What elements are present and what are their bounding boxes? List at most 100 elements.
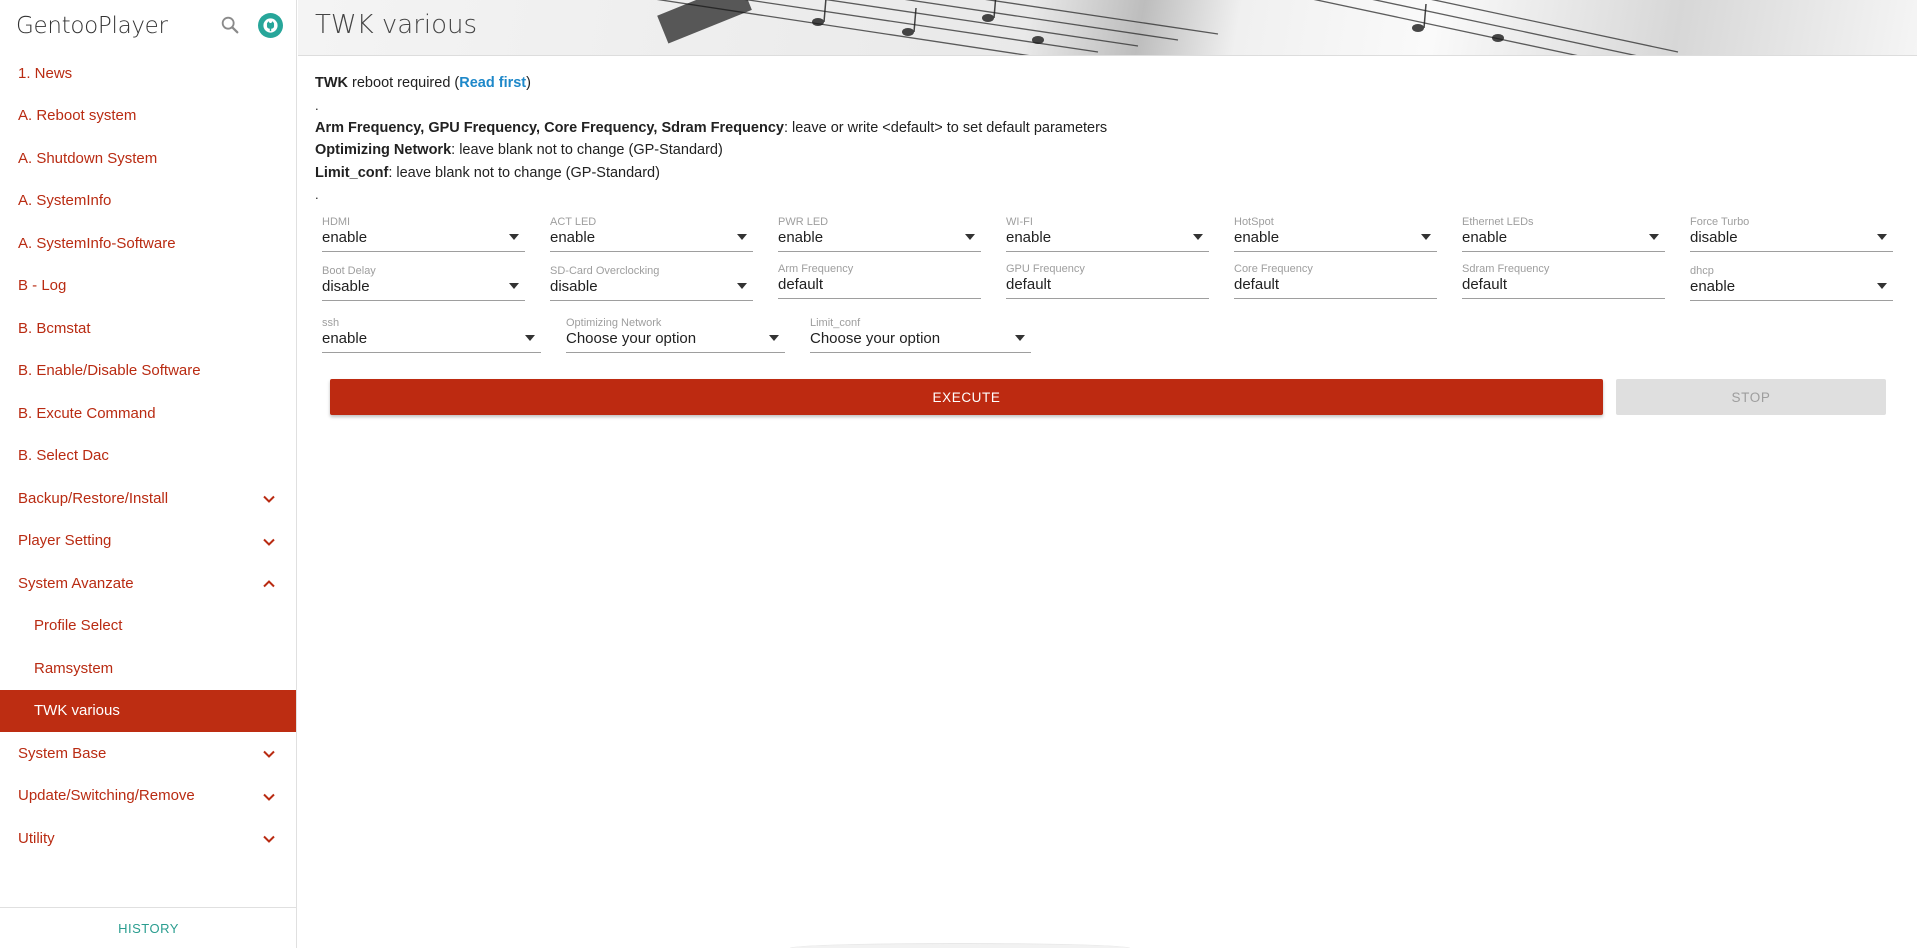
info-notes: TWK reboot required (Read first) . Arm F… bbox=[315, 72, 1895, 206]
dropdown-arrow-icon bbox=[1649, 234, 1659, 240]
hdmi-select[interactable]: HDMI enable bbox=[322, 216, 525, 252]
chevron-down-icon bbox=[263, 835, 275, 843]
sidebar-item-systeminfo-software[interactable]: A. SystemInfo-Software bbox=[0, 222, 296, 265]
sheet-music-banner bbox=[656, 0, 1679, 55]
sidebar-item-update-switching-remove[interactable]: Update/Switching/Remove bbox=[0, 775, 296, 818]
sdram-frequency-input[interactable]: Sdram Frequency default bbox=[1462, 263, 1665, 299]
dhcp-select[interactable]: dhcp enable bbox=[1690, 265, 1893, 301]
sidebar-item-profile-select[interactable]: Profile Select bbox=[0, 605, 296, 648]
sidebar-item-bcmstat[interactable]: B. Bcmstat bbox=[0, 307, 296, 350]
sidebar-item-reboot-system[interactable]: A. Reboot system bbox=[0, 95, 296, 138]
dropdown-arrow-icon bbox=[965, 234, 975, 240]
github-icon[interactable] bbox=[258, 13, 283, 38]
field-value: Choose your option bbox=[810, 330, 941, 347]
sidebar-item-shutdown-system[interactable]: A. Shutdown System bbox=[0, 137, 296, 180]
note-text: ) bbox=[526, 75, 531, 91]
sidebar-item-label: A. SystemInfo-Software bbox=[18, 234, 176, 252]
sidebar-item-select-dac[interactable]: B. Select Dac bbox=[0, 435, 296, 478]
field-label: WI-FI bbox=[1006, 216, 1033, 228]
sidebar-item-log[interactable]: B - Log bbox=[0, 265, 296, 308]
search-icon[interactable] bbox=[219, 14, 241, 36]
hotspot-select[interactable]: HotSpot enable bbox=[1234, 216, 1437, 252]
force-turbo-select[interactable]: Force Turbo disable bbox=[1690, 216, 1893, 252]
page-header: TWK various bbox=[298, 0, 1917, 56]
read-first-link[interactable]: Read first bbox=[459, 75, 526, 91]
field-value: enable bbox=[1462, 229, 1508, 246]
sidebar-item-label: B - Log bbox=[18, 277, 67, 295]
chevron-up-icon bbox=[263, 580, 275, 588]
stop-button[interactable]: STOP bbox=[1616, 379, 1886, 415]
field-value: enable bbox=[1234, 229, 1280, 246]
field-label: Arm Frequency bbox=[778, 263, 854, 275]
act-led-select[interactable]: ACT LED enable bbox=[550, 216, 753, 252]
sidebar-item-news[interactable]: 1. News bbox=[0, 52, 296, 95]
sidebar-item-excute-command[interactable]: B. Excute Command bbox=[0, 392, 296, 435]
ssh-select[interactable]: ssh enable bbox=[322, 317, 541, 353]
sidebar-item-enable-disable-software[interactable]: B. Enable/Disable Software bbox=[0, 350, 296, 393]
sidebar-nav: 1. News A. Reboot system A. Shutdown Sys… bbox=[0, 52, 296, 860]
sidebar-item-label: B. Bcmstat bbox=[18, 319, 91, 337]
field-value: disable bbox=[322, 278, 370, 295]
field-label: SD-Card Overclocking bbox=[550, 265, 660, 277]
field-value: enable bbox=[1690, 278, 1736, 295]
boot-delay-select[interactable]: Boot Delay disable bbox=[322, 265, 525, 301]
optimizing-network-select[interactable]: Optimizing Network Choose your option bbox=[566, 317, 785, 353]
field-label: HotSpot bbox=[1234, 216, 1274, 228]
field-value: enable bbox=[322, 229, 368, 246]
chevron-down-icon bbox=[263, 538, 275, 546]
sidebar-item-player-setting[interactable]: Player Setting bbox=[0, 520, 296, 563]
app-title[interactable]: GentooPlayer bbox=[16, 13, 168, 39]
sidebar-item-systeminfo[interactable]: A. SystemInfo bbox=[0, 180, 296, 223]
dropdown-arrow-icon bbox=[509, 234, 519, 240]
dropdown-arrow-icon bbox=[737, 234, 747, 240]
dropdown-arrow-icon bbox=[1877, 283, 1887, 289]
dropdown-arrow-icon bbox=[1421, 234, 1431, 240]
sidebar-item-label: B. Select Dac bbox=[18, 447, 109, 465]
ethernet-leds-select[interactable]: Ethernet LEDs enable bbox=[1462, 216, 1665, 252]
chevron-down-icon bbox=[263, 750, 275, 758]
sidebar-item-label: A. Reboot system bbox=[18, 107, 137, 125]
sidebar-item-ramsystem[interactable]: Ramsystem bbox=[0, 647, 296, 690]
page-title: TWK various bbox=[315, 10, 478, 40]
core-frequency-input[interactable]: Core Frequency default bbox=[1234, 263, 1437, 299]
frequency-note: Arm Frequency, GPU Frequency, Core Frequ… bbox=[315, 117, 1895, 140]
field-value: default bbox=[1234, 276, 1280, 293]
arm-frequency-input[interactable]: Arm Frequency default bbox=[778, 263, 981, 299]
field-value: enable bbox=[1006, 229, 1052, 246]
sidebar-item-label: B. Excute Command bbox=[18, 404, 156, 422]
sidebar-item-system-base[interactable]: System Base bbox=[0, 732, 296, 775]
gpu-frequency-input[interactable]: GPU Frequency default bbox=[1006, 263, 1209, 299]
history-button[interactable]: HISTORY bbox=[0, 907, 297, 948]
field-value: disable bbox=[550, 278, 598, 295]
sidebar-item-backup-restore-install[interactable]: Backup/Restore/Install bbox=[0, 477, 296, 520]
note-text: : leave blank not to change (GP-Standard… bbox=[451, 142, 723, 158]
dropdown-arrow-icon bbox=[1193, 234, 1203, 240]
note-text: reboot required ( bbox=[348, 75, 460, 91]
sidebar-item-system-avanzate[interactable]: System Avanzate bbox=[0, 562, 296, 605]
field-label: Ethernet LEDs bbox=[1462, 216, 1534, 228]
execute-button[interactable]: EXECUTE bbox=[330, 379, 1603, 415]
sidebar-item-twk-various[interactable]: TWK various bbox=[0, 689, 296, 732]
network-note: Optimizing Network: leave blank not to c… bbox=[315, 139, 1895, 162]
note-bold: TWK bbox=[315, 75, 349, 91]
field-label: PWR LED bbox=[778, 216, 829, 228]
field-label: Force Turbo bbox=[1690, 216, 1750, 228]
field-label: ssh bbox=[322, 317, 340, 329]
limit-conf-select[interactable]: Limit_conf Choose your option bbox=[810, 317, 1031, 353]
sidebar-item-label: 1. News bbox=[18, 64, 73, 82]
separator-dot: . bbox=[315, 187, 319, 202]
field-value: enable bbox=[322, 330, 368, 347]
pwr-led-select[interactable]: PWR LED enable bbox=[778, 216, 981, 252]
note-bold: Limit_conf bbox=[315, 164, 389, 181]
field-value: default bbox=[1462, 276, 1508, 293]
sd-card-overclocking-select[interactable]: SD-Card Overclocking disable bbox=[550, 265, 753, 301]
wifi-select[interactable]: WI-FI enable bbox=[1006, 216, 1209, 252]
sidebar-item-utility[interactable]: Utility bbox=[0, 817, 296, 860]
field-label: Sdram Frequency bbox=[1462, 263, 1550, 275]
dropdown-arrow-icon bbox=[1015, 335, 1025, 341]
field-label: Boot Delay bbox=[322, 265, 376, 277]
limit-conf-note: Limit_conf: leave blank not to change (G… bbox=[315, 162, 1895, 185]
note-text: : leave or write <default> to set defaul… bbox=[783, 119, 1108, 136]
brand-bar: GentooPlayer bbox=[0, 0, 296, 52]
sidebar-item-label: A. Shutdown System bbox=[18, 149, 158, 167]
